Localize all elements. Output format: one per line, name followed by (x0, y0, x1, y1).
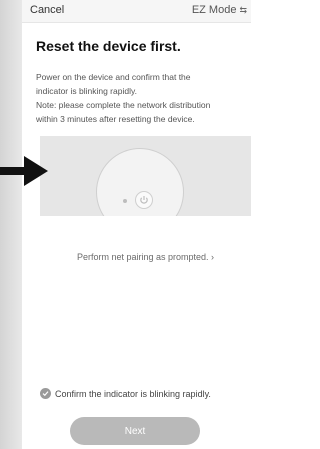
device-illustration (40, 136, 251, 216)
instructions: Power on the device and confirm that the… (36, 70, 242, 126)
pairing-link[interactable]: Perform net pairing as prompted. › (40, 252, 251, 262)
confirm-checkbox[interactable]: Confirm the indicator is blinking rapidl… (40, 388, 211, 399)
setup-card: Cancel EZ Mode ⇆ Reset the device first.… (22, 0, 251, 449)
confirm-label: Confirm the indicator is blinking rapidl… (55, 388, 211, 399)
device-image (96, 148, 184, 216)
page-title: Reset the device first. (36, 38, 181, 54)
switch-icon: ⇆ (239, 4, 247, 15)
arrow-right-icon (0, 156, 48, 186)
instruction-line: Note: please complete the network distri… (36, 100, 211, 110)
indicator-light (123, 199, 127, 203)
instruction-line: Power on the device and confirm that the (36, 72, 191, 82)
instruction-line: within 3 minutes after resetting the dev… (36, 114, 195, 124)
top-bar: Cancel EZ Mode ⇆ (22, 0, 251, 23)
background-edge (0, 0, 22, 449)
power-button-icon (135, 191, 153, 209)
check-icon (40, 388, 51, 399)
ez-mode-switch[interactable]: EZ Mode ⇆ (192, 4, 247, 16)
ez-mode-label: EZ Mode (191, 4, 237, 16)
cancel-button[interactable]: Cancel (30, 4, 64, 16)
next-button[interactable]: Next (70, 417, 200, 445)
instruction-line: indicator is blinking rapidly. (36, 86, 137, 96)
